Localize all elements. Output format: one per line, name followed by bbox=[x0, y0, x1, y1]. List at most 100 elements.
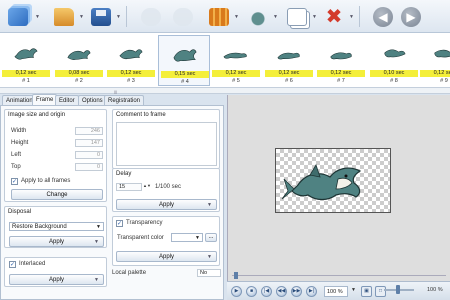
delay-spinner[interactable]: 15 bbox=[116, 183, 142, 191]
frame-number-label: # 4 bbox=[181, 79, 189, 85]
chevron-down-icon[interactable]: ▼ bbox=[312, 14, 317, 20]
zoom-fit-icon[interactable]: ▣ bbox=[361, 286, 372, 297]
open-button[interactable] bbox=[51, 4, 77, 29]
frame-thumbnail[interactable]: 0,12 sec # 1 bbox=[0, 35, 52, 86]
frame-image bbox=[118, 39, 144, 67]
transparency-checkbox[interactable]: ✓ bbox=[116, 220, 123, 227]
chevron-down-icon[interactable]: ▼ bbox=[349, 14, 354, 20]
tab-frame[interactable]: Frame bbox=[32, 94, 58, 105]
chevron-down-icon: ▼ bbox=[94, 239, 99, 245]
delay-group: Delay 15 ▲▼ 1/100 sec Apply ▼ bbox=[112, 168, 220, 212]
stop-icon[interactable]: ■ bbox=[246, 286, 257, 297]
group-title: Image size and origin bbox=[8, 112, 66, 118]
top-label: Top bbox=[11, 164, 21, 170]
redo-icon bbox=[173, 7, 193, 26]
move-right-button[interactable]: ▶ bbox=[398, 4, 424, 29]
frame-image bbox=[13, 39, 39, 67]
frame-thumbnail[interactable]: 0,15 sec # 4 bbox=[158, 35, 210, 86]
delay-unit-label: 1/100 sec bbox=[155, 184, 182, 190]
chevron-down-icon[interactable]: ▼ bbox=[79, 14, 84, 20]
group-title: Disposal bbox=[8, 209, 32, 215]
frame-thumbnail[interactable]: 0,10 sec # 8 bbox=[368, 35, 420, 86]
zoom-slider-thumb[interactable] bbox=[396, 285, 400, 294]
shark-fin bbox=[309, 164, 321, 178]
toolbar-separator bbox=[359, 6, 360, 27]
disposal-select[interactable]: Restore Background ▼ bbox=[9, 222, 104, 231]
shark-tail bbox=[281, 178, 295, 200]
frame-delay-label: 0,12 sec bbox=[265, 70, 313, 77]
chevron-down-icon[interactable]: ▼ bbox=[35, 14, 40, 20]
tab-registration[interactable]: Registration bbox=[104, 95, 145, 105]
chevron-down-icon: ▼ bbox=[195, 235, 200, 241]
top-field[interactable]: 0 bbox=[75, 163, 103, 171]
last-frame-icon[interactable]: ▶| bbox=[306, 286, 317, 297]
move-left-button[interactable]: ◀ bbox=[370, 4, 396, 29]
copy-button[interactable] bbox=[284, 4, 310, 29]
first-frame-icon[interactable]: |◀ bbox=[261, 286, 272, 297]
tab-editor[interactable]: Editor bbox=[55, 95, 79, 105]
play-icon[interactable]: ▶ bbox=[231, 286, 242, 297]
next-frame-icon[interactable]: ▶▶ bbox=[291, 286, 302, 297]
main-toolbar: ▼ ▼ ▼ ▼ ▼ ▼ ✖ ▼ ◀ ▶ bbox=[0, 0, 450, 33]
frame-thumbnail[interactable]: 0,12 sec # 3 bbox=[105, 35, 157, 86]
chevron-down-icon[interactable]: ▼ bbox=[273, 14, 278, 20]
interlaced-label: Interlaced bbox=[19, 261, 46, 267]
group-title: Comment to frame bbox=[116, 112, 166, 118]
film-button[interactable] bbox=[206, 4, 232, 29]
transparent-color-select[interactable]: ▼ bbox=[171, 233, 203, 242]
add-frames-button[interactable] bbox=[5, 4, 31, 29]
apply-label: Apply bbox=[48, 239, 64, 245]
chevron-down-icon[interactable]: ▼ bbox=[234, 14, 239, 20]
redo-button[interactable] bbox=[170, 4, 196, 29]
frame-thumbnail[interactable]: 0,12 sec # 7 bbox=[315, 35, 367, 86]
film-strip-icon bbox=[209, 7, 229, 26]
color-picker-button[interactable]: ... bbox=[205, 233, 217, 242]
frame-number-label: # 8 bbox=[390, 78, 398, 84]
interlaced-apply-button[interactable]: Apply ▼ bbox=[9, 274, 104, 285]
chevron-down-icon[interactable]: ▼ bbox=[351, 287, 356, 293]
local-palette-label: Local palette bbox=[112, 270, 147, 276]
spinner-arrows-icon[interactable]: ▲▼ bbox=[143, 183, 151, 188]
transparency-group: ✓ Transparency Transparent color ▼ ... A… bbox=[112, 216, 220, 266]
frame-strip-scrollbar[interactable]: ||| bbox=[0, 88, 450, 94]
width-field[interactable]: 246 bbox=[75, 127, 103, 135]
disposal-group: Disposal Restore Background ▼ Apply ▼ bbox=[4, 206, 107, 248]
frame-number-label: # 9 bbox=[440, 78, 448, 84]
scroll-grip[interactable]: ||| bbox=[114, 89, 122, 94]
transparency-apply-button[interactable]: Apply ▼ bbox=[116, 251, 217, 262]
frame-number-label: # 7 bbox=[337, 78, 345, 84]
timeline-thumb[interactable] bbox=[234, 272, 238, 279]
effects-button[interactable] bbox=[245, 4, 271, 29]
frame-image bbox=[431, 39, 450, 67]
frame-thumbnail[interactable]: 0,12 sec # 5 bbox=[210, 35, 262, 86]
save-button[interactable] bbox=[88, 4, 114, 29]
apply-all-frames-checkbox[interactable]: ✓ bbox=[11, 178, 18, 185]
playback-bar: ▶ ■ |◀ ◀◀ ▶▶ ▶| 100 % ▼ ▣ □ 100 % bbox=[227, 281, 450, 300]
interlaced-checkbox[interactable]: ✓ bbox=[9, 261, 16, 268]
chevron-down-icon: ▼ bbox=[96, 224, 101, 230]
frame-image bbox=[276, 39, 302, 67]
undo-button[interactable] bbox=[138, 4, 164, 29]
frame-thumbnail[interactable]: 0,12 sec# 9 bbox=[418, 35, 450, 86]
comment-textarea[interactable] bbox=[116, 122, 217, 166]
height-field[interactable]: 147 bbox=[75, 139, 103, 147]
frame-number-label: # 1 bbox=[22, 78, 30, 84]
toolbar-separator bbox=[126, 6, 127, 27]
disposal-apply-button[interactable]: Apply ▼ bbox=[9, 236, 104, 247]
frame-thumbnail[interactable]: 0,08 sec # 2 bbox=[53, 35, 105, 86]
change-button[interactable]: Change bbox=[11, 189, 103, 200]
zoom-left-field[interactable]: 100 % bbox=[324, 286, 348, 297]
tab-options[interactable]: Options bbox=[78, 95, 107, 105]
left-field[interactable]: 0 bbox=[75, 151, 103, 159]
local-palette-value[interactable]: No bbox=[197, 269, 221, 277]
frame-image bbox=[328, 39, 354, 67]
preview-canvas bbox=[275, 148, 391, 213]
zoom-actual-icon[interactable]: □ bbox=[375, 286, 386, 297]
frame-delay-label: 0,12 sec bbox=[317, 70, 365, 77]
delay-apply-button[interactable]: Apply ▼ bbox=[116, 199, 217, 210]
chevron-down-icon[interactable]: ▼ bbox=[116, 14, 121, 20]
frame-image bbox=[172, 40, 198, 68]
frame-thumbnail[interactable]: 0,12 sec # 6 bbox=[263, 35, 315, 86]
prev-frame-icon[interactable]: ◀◀ bbox=[276, 286, 287, 297]
delete-button[interactable]: ✖ bbox=[321, 4, 347, 29]
